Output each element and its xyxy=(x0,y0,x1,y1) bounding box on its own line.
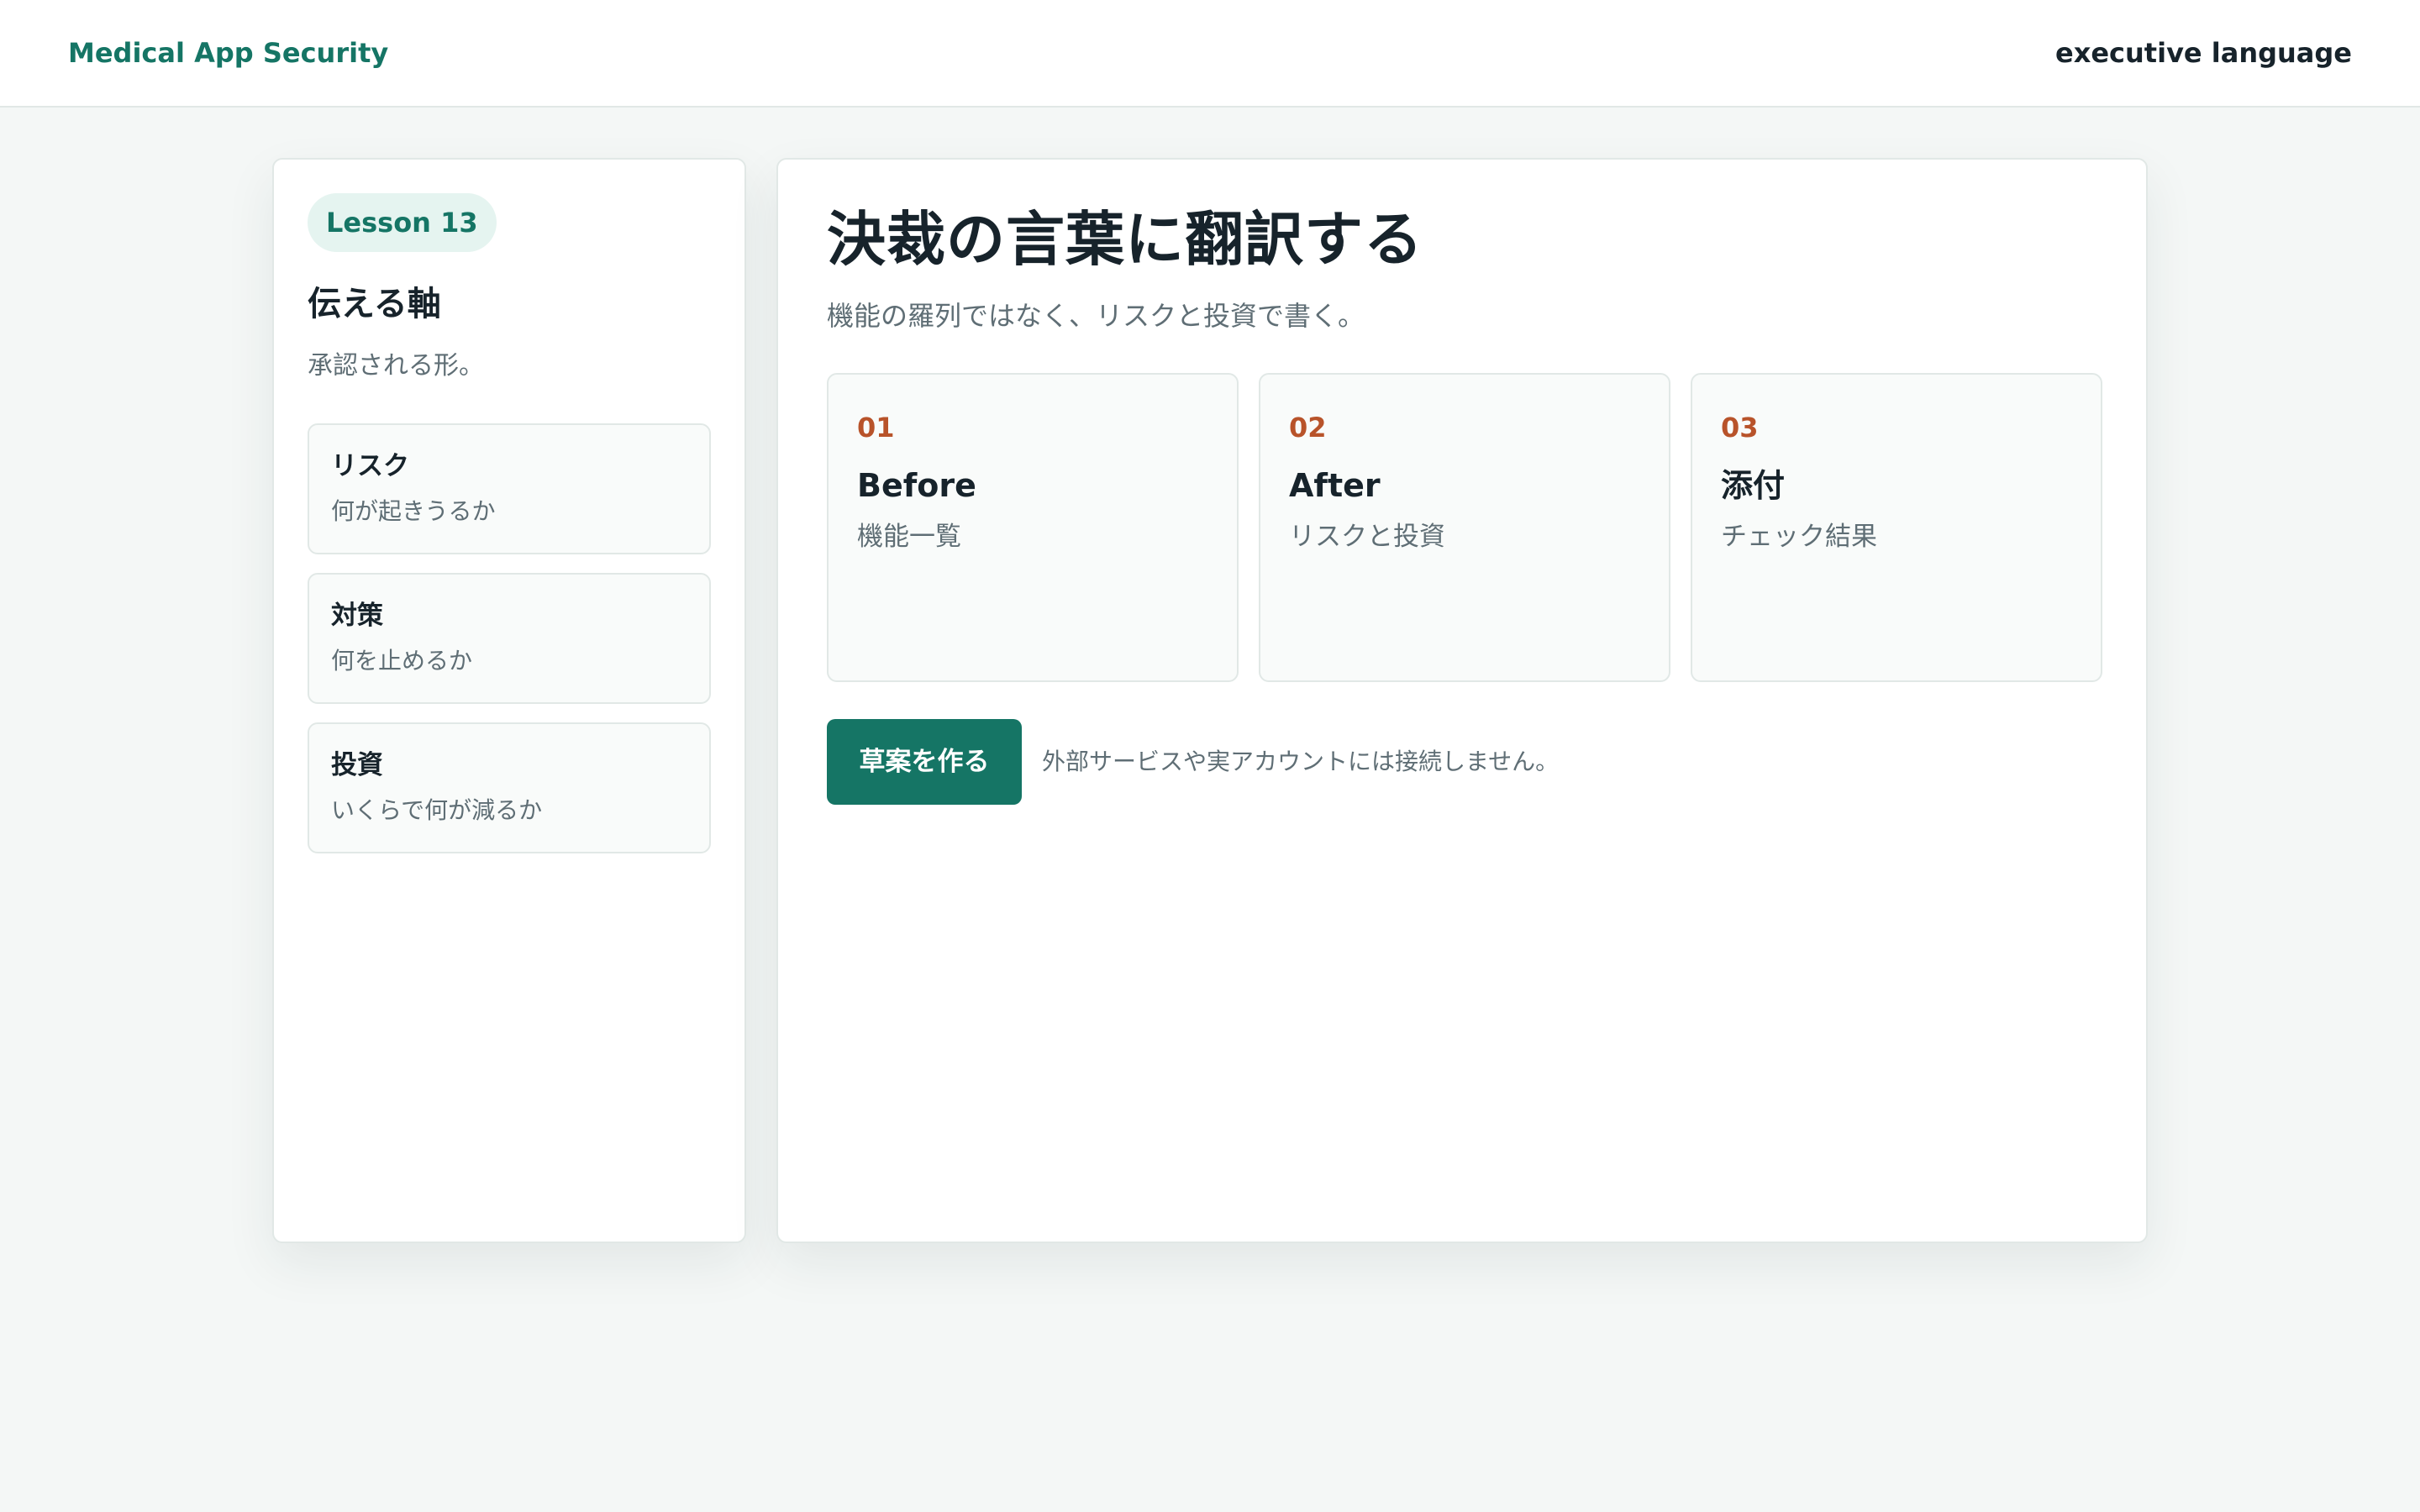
step-title: Before xyxy=(857,467,976,504)
top-bar: Medical App Security executive language xyxy=(0,0,2420,108)
page-subtitle: 機能の羅列ではなく、リスクと投資で書く。 xyxy=(827,300,1365,332)
axis-card-desc: 何を止めるか xyxy=(331,647,473,675)
step-card-after: 02 After リスクと投資 xyxy=(1259,373,1670,682)
step-desc: 機能一覧 xyxy=(857,522,961,552)
step-number: 01 xyxy=(857,412,895,444)
step-number: 02 xyxy=(1289,412,1327,444)
step-desc: チェック結果 xyxy=(1721,522,1877,552)
lesson-sidebar: Lesson 13 伝える軸 承認される形。 リスク 何が起きうるか 対策 何を… xyxy=(272,158,746,1243)
axis-card-desc: いくらで何が減るか xyxy=(331,796,543,824)
lesson-main-panel: 決裁の言葉に翻訳する 機能の羅列ではなく、リスクと投資で書く。 01 Befor… xyxy=(776,158,2148,1243)
axis-card-investment: 投資 いくらで何が減るか xyxy=(308,722,711,853)
step-title: 添付 xyxy=(1721,467,1786,504)
axis-card-desc: 何が起きうるか xyxy=(331,497,496,525)
step-card-attachment: 03 添付 チェック結果 xyxy=(1691,373,2102,682)
sidebar-title: 伝える軸 xyxy=(308,285,441,323)
axis-card-title: 対策 xyxy=(331,601,383,631)
axis-card-title: リスク xyxy=(331,451,409,481)
lesson-badge: Lesson 13 xyxy=(308,193,497,252)
step-number: 03 xyxy=(1721,412,1759,444)
step-title: After xyxy=(1289,467,1381,504)
axis-card-title: 投資 xyxy=(331,750,383,780)
step-desc: リスクと投資 xyxy=(1289,522,1445,552)
app-brand[interactable]: Medical App Security xyxy=(68,35,388,71)
page-title: 決裁の言葉に翻訳する xyxy=(827,205,1423,274)
sidebar-subtitle: 承認される形。 xyxy=(308,351,484,381)
axis-card-risk: リスク 何が起きうるか xyxy=(308,423,711,554)
step-card-before: 01 Before 機能一覧 xyxy=(827,373,1239,682)
axis-card-countermeasure: 対策 何を止めるか xyxy=(308,573,711,704)
topic-label: executive language xyxy=(2055,37,2352,69)
offline-note: 外部サービスや実アカウントには接続しません。 xyxy=(1042,748,1560,775)
create-draft-button[interactable]: 草案を作る xyxy=(827,719,1022,805)
